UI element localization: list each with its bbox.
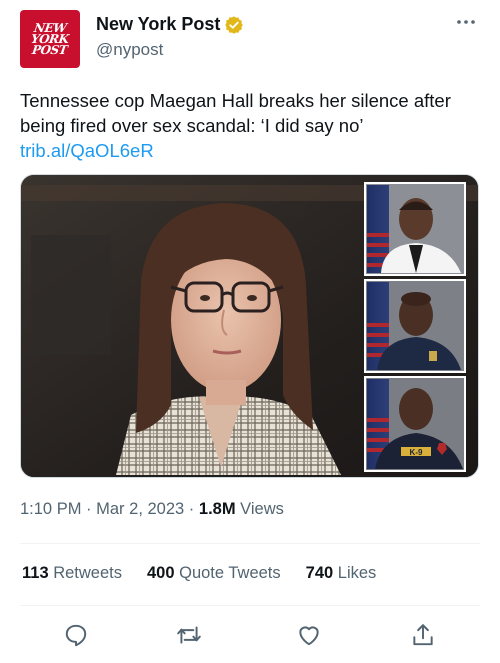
name-row: New York Post — [96, 14, 244, 35]
likes-stat[interactable]: 740 Likes — [306, 564, 377, 583]
likes-count: 740 — [305, 564, 334, 582]
tweet-body: Tennessee cop Maegan Hall breaks her sil… — [20, 88, 490, 163]
tweet-date[interactable]: Mar 2, 2023 — [96, 500, 184, 518]
tweet-link[interactable]: trib.al/QaOL6eR — [20, 138, 490, 163]
like-icon[interactable] — [296, 622, 322, 648]
divider-top — [20, 543, 480, 544]
quotes-label: Quote Tweets — [179, 564, 281, 582]
retweets-count: 113 — [22, 564, 49, 582]
retweet-icon[interactable] — [176, 622, 202, 648]
nypost-avatar[interactable]: NEW YORK POST — [20, 10, 80, 68]
tweet-header: NEW YORK POST New York Post @nypost — [20, 10, 480, 70]
display-name[interactable]: New York Post — [96, 14, 220, 35]
divider-bottom — [20, 605, 480, 606]
retweets-stat[interactable]: 113 Retweets — [22, 564, 122, 583]
k9-badge-text: K-9 — [410, 448, 423, 457]
officer-photo-2 — [364, 279, 466, 373]
quotes-stat[interactable]: 400 Quote Tweets — [147, 564, 281, 583]
views-count[interactable]: 1.8M — [199, 500, 236, 518]
quotes-count: 400 — [147, 564, 175, 582]
officer-photo-1 — [364, 182, 466, 276]
share-icon[interactable] — [410, 622, 436, 648]
media-photo: K-9 — [21, 175, 478, 477]
logo-line-3: POST — [31, 42, 69, 57]
tweet-meta: 1:10 PM · Mar 2, 2023 · 1.8M Views — [20, 500, 284, 519]
verified-badge-icon[interactable] — [224, 15, 244, 35]
tweet-stats: 113 Retweets 400 Quote Tweets 740 Likes — [22, 564, 401, 583]
tweet-text: Tennessee cop Maegan Hall breaks her sil… — [20, 90, 451, 136]
handle[interactable]: @nypost — [96, 40, 163, 60]
tweet-time[interactable]: 1:10 PM — [20, 500, 81, 518]
views-label: Views — [240, 500, 284, 518]
meta-separator: · — [86, 500, 97, 518]
likes-label: Likes — [337, 564, 377, 582]
action-bar — [0, 622, 500, 652]
meta-separator: · — [188, 500, 199, 518]
more-options-icon[interactable] — [454, 12, 478, 32]
retweets-label: Retweets — [53, 564, 122, 582]
reply-icon[interactable] — [63, 622, 89, 648]
tweet-media[interactable]: K-9 — [20, 174, 479, 478]
officer-photo-3: K-9 — [364, 376, 466, 472]
